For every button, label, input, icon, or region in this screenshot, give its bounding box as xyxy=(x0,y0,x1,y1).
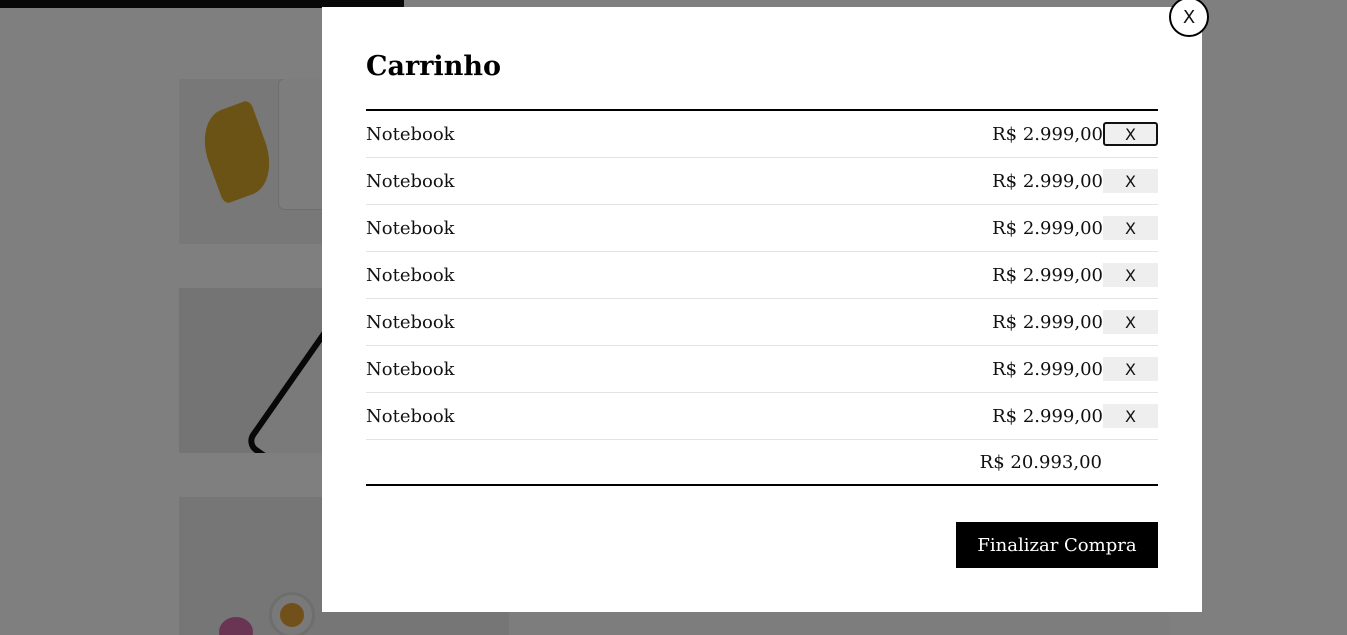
cart-total-row: R$ 20.993,00 xyxy=(366,440,1158,486)
remove-item-button[interactable]: X xyxy=(1103,122,1158,146)
checkout-button[interactable]: Finalizar Compra xyxy=(956,522,1158,568)
remove-item-button[interactable]: X xyxy=(1103,404,1158,428)
item-name: Notebook xyxy=(366,123,455,145)
item-price: R$ 2.999,00 xyxy=(992,217,1103,239)
item-price: R$ 2.999,00 xyxy=(992,170,1103,192)
remove-item-button[interactable]: X xyxy=(1103,357,1158,381)
cart-modal: Carrinho Notebook R$ 2.999,00 X Notebook… xyxy=(322,7,1202,612)
item-name: Notebook xyxy=(366,311,455,333)
item-price: R$ 2.999,00 xyxy=(992,264,1103,286)
cart-total: R$ 20.993,00 xyxy=(979,451,1102,473)
item-name: Notebook xyxy=(366,264,455,286)
remove-item-button[interactable]: X xyxy=(1103,216,1158,240)
item-price: R$ 2.999,00 xyxy=(992,123,1103,145)
cart-item-row: Notebook R$ 2.999,00 X xyxy=(366,299,1158,346)
item-price: R$ 2.999,00 xyxy=(992,311,1103,333)
cart-item-row: Notebook R$ 2.999,00 X xyxy=(366,393,1158,440)
cart-item-row: Notebook R$ 2.999,00 X xyxy=(366,205,1158,252)
cart-item-row: Notebook R$ 2.999,00 X xyxy=(366,158,1158,205)
item-name: Notebook xyxy=(366,170,455,192)
page: Carrinho Notebook R$ 2.999,00 X Notebook… xyxy=(0,0,1347,635)
cart-item-row: Notebook R$ 2.999,00 X xyxy=(366,252,1158,299)
remove-item-button[interactable]: X xyxy=(1103,169,1158,193)
item-price: R$ 2.999,00 xyxy=(992,405,1103,427)
item-name: Notebook xyxy=(366,358,455,380)
remove-item-button[interactable]: X xyxy=(1103,263,1158,287)
remove-item-button[interactable]: X xyxy=(1103,310,1158,334)
item-name: Notebook xyxy=(366,405,455,427)
item-price: R$ 2.999,00 xyxy=(992,358,1103,380)
cart-items-table: Notebook R$ 2.999,00 X Notebook R$ 2.999… xyxy=(366,109,1158,486)
modal-title: Carrinho xyxy=(366,51,501,82)
cart-item-row: Notebook R$ 2.999,00 X xyxy=(366,346,1158,393)
cart-item-row: Notebook R$ 2.999,00 X xyxy=(366,111,1158,158)
item-name: Notebook xyxy=(366,217,455,239)
